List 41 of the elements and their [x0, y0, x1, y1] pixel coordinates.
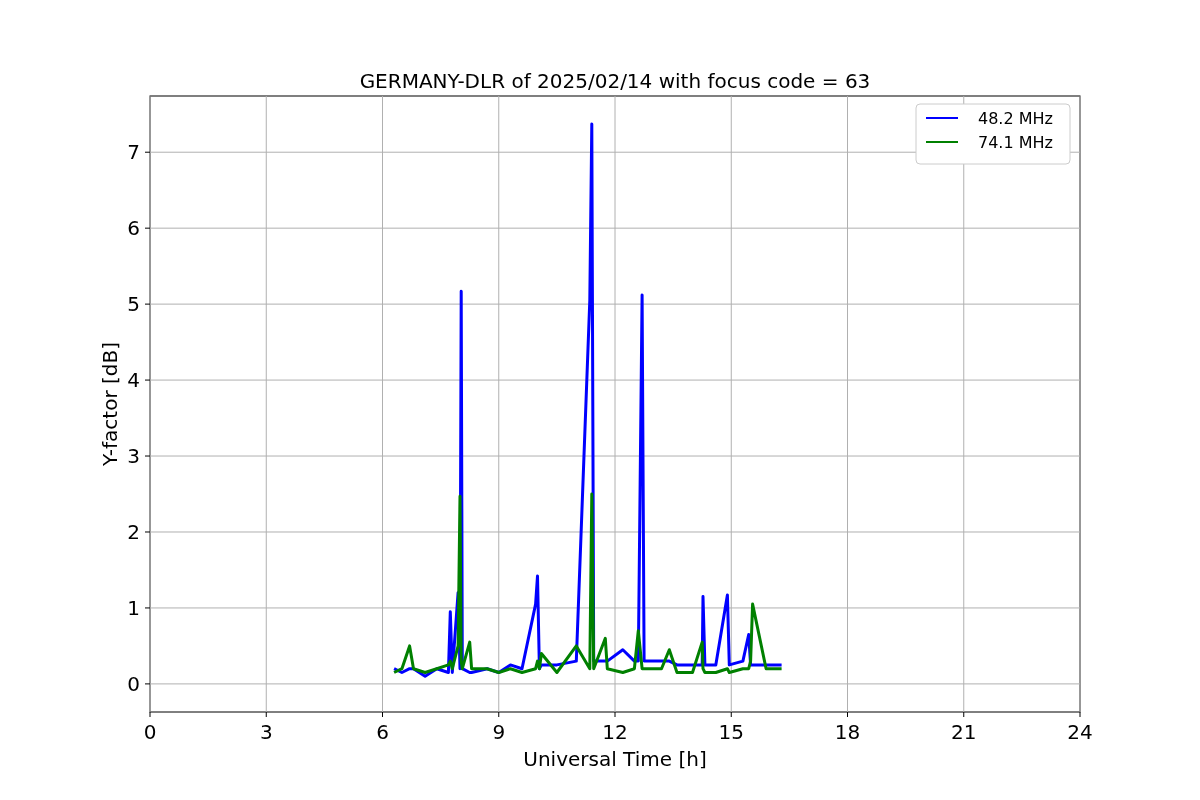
chart-title: GERMANY-DLR of 2025/02/14 with focus code = 63	[359, 69, 871, 93]
x-tick-mark	[265, 711, 267, 718]
y-tick-mark	[144, 151, 151, 153]
y-axis-label: Y-factor [dB]	[98, 342, 122, 466]
x-tick-mark	[1079, 711, 1081, 718]
x-tick-mark	[847, 711, 848, 718]
x-tick-label: 15	[718, 720, 744, 744]
y-tick-mark	[144, 607, 151, 609]
y-tick-mark	[144, 227, 151, 229]
y-tick-label: 0	[127, 671, 140, 696]
y-tick-mark	[144, 683, 151, 685]
y-tick-label: 6	[127, 216, 140, 241]
x-tick-mark	[382, 711, 383, 718]
x-tick-mark	[963, 711, 965, 718]
x-tick-label: 21	[951, 720, 977, 744]
y-tick-label: 2	[127, 520, 140, 544]
legend-label: 74.1 MHz	[978, 133, 1053, 152]
x-tick-label: 12	[602, 720, 628, 744]
y-tick-mark	[144, 379, 151, 381]
x-tick-label: 18	[834, 720, 861, 744]
legend-line-swatch	[925, 141, 959, 143]
legend-label: 48.2 MHz	[978, 109, 1053, 128]
x-tick-label: 6	[376, 720, 389, 744]
x-axis-label: Universal Time [h]	[523, 747, 707, 771]
x-tick-label: 24	[1067, 720, 1093, 744]
x-tick-mark	[614, 711, 616, 718]
legend-line-swatch	[925, 117, 959, 119]
y-tick-mark	[144, 303, 151, 305]
y-tick-label: 5	[127, 292, 140, 317]
y-tick-mark	[144, 455, 151, 457]
y-tick-label: 1	[127, 595, 140, 620]
x-tick-label: 9	[492, 720, 506, 744]
y-tick-label: 3	[127, 444, 140, 469]
x-tick-mark	[498, 711, 500, 718]
y-tick-mark	[144, 531, 151, 533]
y-tick-label: 4	[127, 368, 140, 393]
x-tick-mark	[149, 711, 151, 718]
x-tick-label: 3	[259, 720, 273, 744]
x-tick-label: 0	[143, 720, 157, 744]
y-tick-label: 7	[127, 140, 140, 165]
x-tick-mark	[730, 711, 732, 718]
